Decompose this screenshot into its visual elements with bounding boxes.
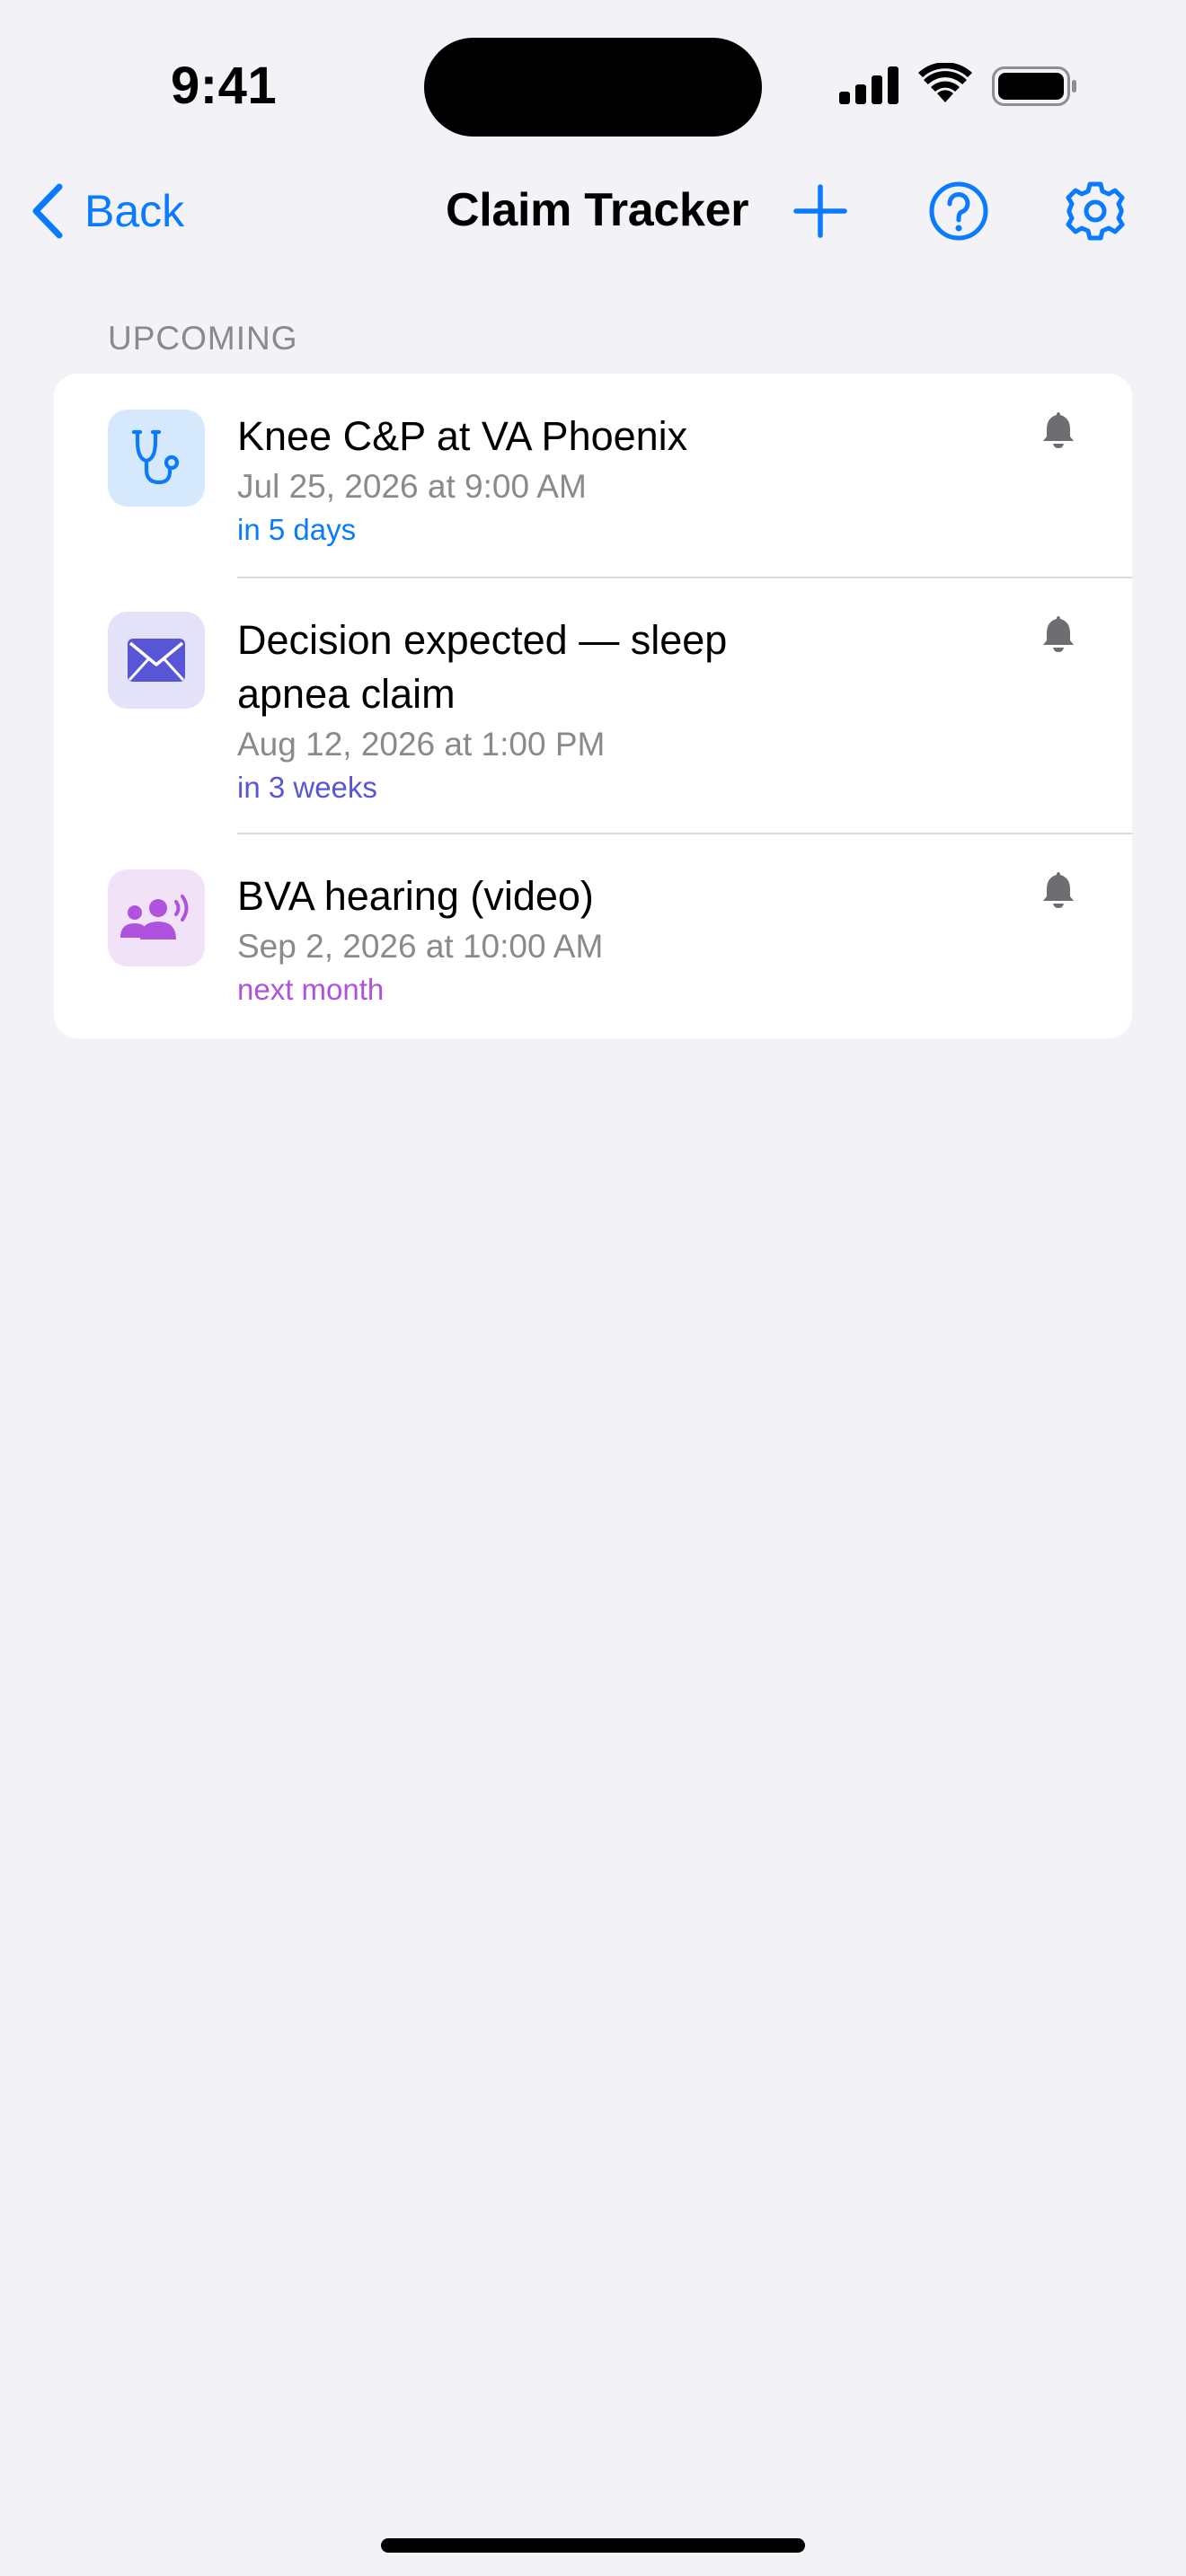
gear-icon[interactable] [1064,180,1127,243]
bell-icon[interactable] [1040,869,1076,909]
list-item[interactable]: BVA hearing (video) Sep 2, 2026 at 10:00… [54,834,1132,1038]
group-speaking-icon [120,895,189,940]
event-title: Decision expected — sleep apnea claim [237,617,728,717]
event-title: Knee C&P at VA Phoenix [237,413,688,459]
envelope-icon [128,639,185,682]
row-icon-tile [108,410,205,507]
row-text: BVA hearing (video) Sep 2, 2026 at 10:00… [237,869,974,1010]
wifi-icon [918,63,972,102]
signal-icon [839,66,898,104]
status-bar: 9:41 [0,0,1186,171]
home-indicator[interactable] [381,2538,805,2553]
help-icon[interactable] [927,180,990,243]
row-icon-tile [108,869,205,966]
back-label: Back [84,186,185,236]
back-button[interactable]: Back [31,181,184,241]
upcoming-list: Knee C&P at VA Phoenix Jul 25, 2026 at 9… [54,374,1132,1038]
page-title: Claim Tracker [446,184,749,236]
event-relative-time: in 5 days [237,513,357,546]
stethoscope-icon [131,429,180,485]
status-time: 9:41 [171,57,278,115]
claim-tracker-screen: 9:41 Back Claim Tracker UPCOMING Knee C&… [0,0,1186,2576]
chevron-left-icon [32,183,63,239]
list-item[interactable]: Knee C&P at VA Phoenix Jul 25, 2026 at 9… [54,374,1132,577]
dynamic-island [424,38,762,137]
list-item[interactable]: Decision expected — sleep apnea claim Au… [54,578,1132,833]
battery-icon [992,66,1076,106]
event-relative-time: next month [237,973,385,1006]
event-relative-time: in 3 weeks [237,771,377,804]
event-datetime: Aug 12, 2026 at 1:00 PM [237,726,606,763]
add-icon[interactable] [789,180,852,243]
row-text: Decision expected — sleep apnea claim Au… [237,613,974,807]
event-datetime: Jul 25, 2026 at 9:00 AM [237,468,587,505]
section-header-upcoming: UPCOMING [108,320,298,357]
event-datetime: Sep 2, 2026 at 10:00 AM [237,928,604,965]
event-title: BVA hearing (video) [237,873,594,919]
bell-icon[interactable] [1040,410,1076,449]
navigation-bar: Back Claim Tracker [0,171,1186,251]
row-icon-tile [108,612,205,709]
bell-icon[interactable] [1040,613,1076,653]
row-text: Knee C&P at VA Phoenix Jul 25, 2026 at 9… [237,410,974,550]
